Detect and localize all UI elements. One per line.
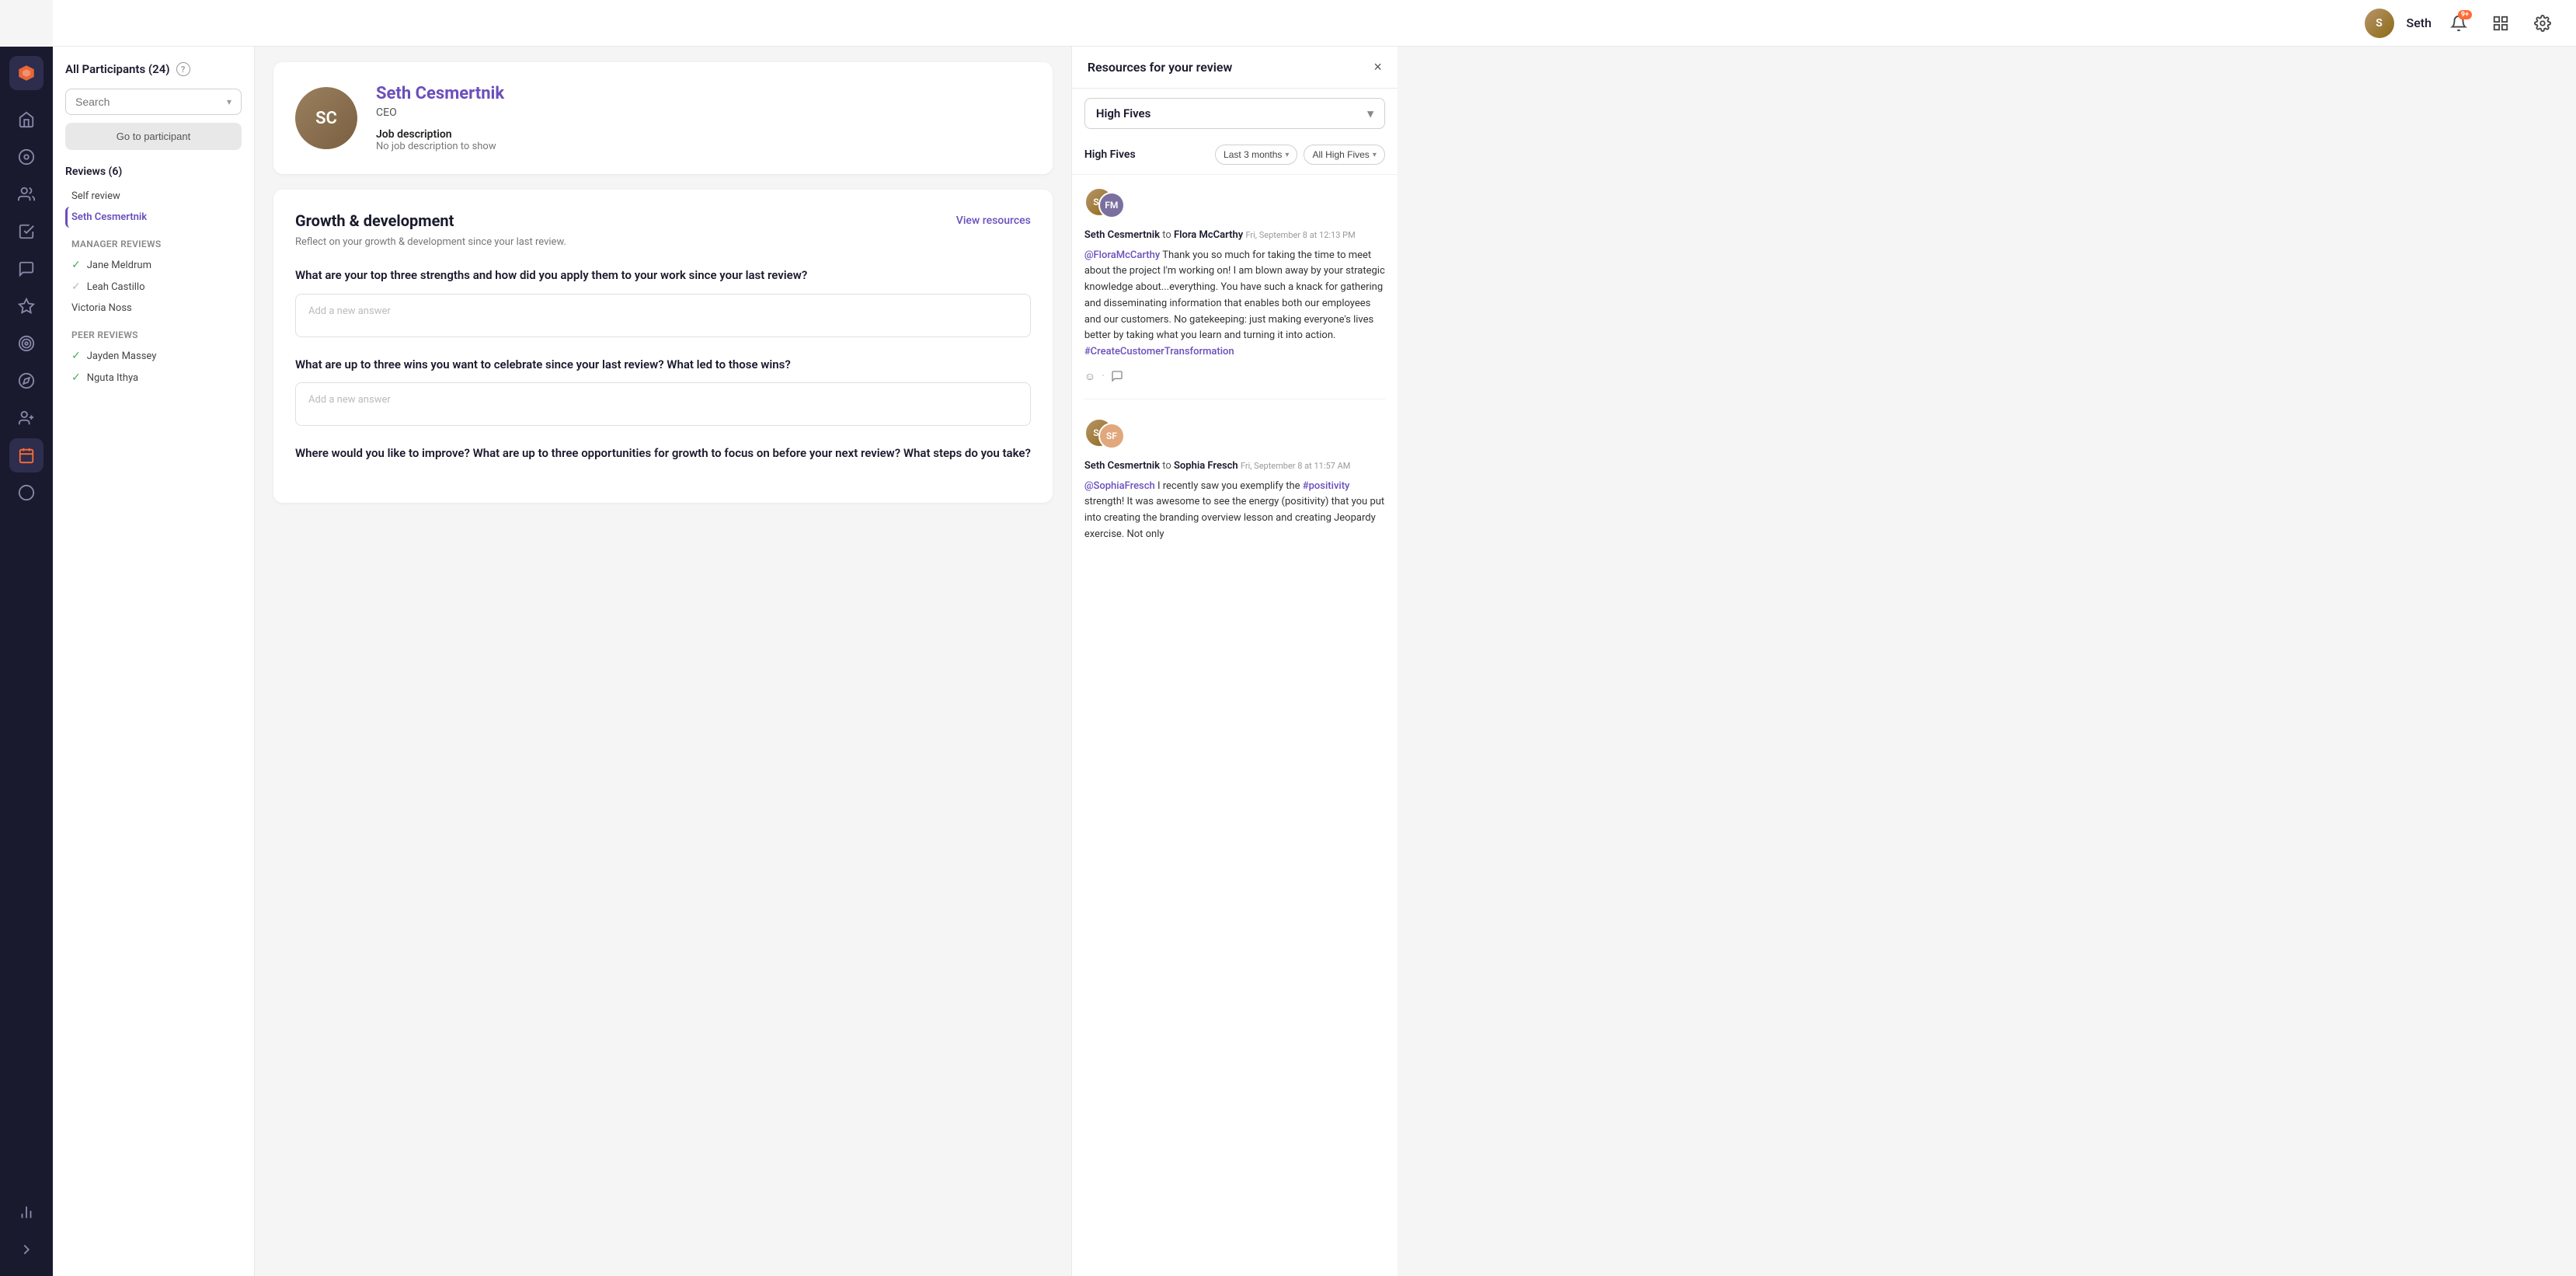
question-block-3: Where would you like to improve? What ar… bbox=[295, 445, 1031, 462]
sidebar-item-bar-chart[interactable] bbox=[9, 1195, 44, 1229]
hf1-meta: Seth Cesmertnik to Flora McCarthy Fri, S… bbox=[1084, 228, 1385, 243]
notifications-button[interactable]: 9+ bbox=[2444, 9, 2473, 38]
profile-card: SC Seth Cesmertnik CEO Job description N… bbox=[273, 62, 1053, 174]
sidebar-item-dashboard[interactable] bbox=[9, 140, 44, 174]
grid-button[interactable] bbox=[2486, 9, 2515, 38]
content-card-header: Growth & development View resources bbox=[295, 211, 1031, 230]
review-list: Self review Seth Cesmertnik bbox=[65, 186, 242, 228]
hf2-recipient-avatar: SF bbox=[1098, 423, 1125, 449]
center-panel: SC Seth Cesmertnik CEO Job description N… bbox=[255, 47, 1071, 1276]
right-panel-title: Resources for your review bbox=[1088, 60, 1232, 75]
peer-reviewer-jayden[interactable]: ✓ Jayden Massey bbox=[65, 345, 242, 367]
hf1-actions: ☺ · bbox=[1084, 368, 1385, 383]
hf2-body: @SophiaFresch I recently saw you exempli… bbox=[1084, 479, 1385, 543]
manager-review-list: ✓ Jane Meldrum ✓ Leah Castillo Victoria … bbox=[65, 254, 242, 319]
help-icon[interactable]: ? bbox=[176, 62, 190, 76]
search-input[interactable] bbox=[75, 96, 227, 108]
hf1-emoji-button[interactable]: ☺ bbox=[1084, 370, 1095, 382]
hf1-recipient-avatar: FM bbox=[1098, 192, 1125, 218]
settings-button[interactable] bbox=[2528, 9, 2557, 38]
top-bar: S Seth 9+ bbox=[53, 0, 2576, 47]
notification-badge: 9+ bbox=[2458, 10, 2472, 19]
hf-item-2: SC SF Seth Cesmertnik to Sophia Fresch F… bbox=[1084, 418, 1385, 559]
answer-input-2[interactable]: Add a new answer bbox=[295, 382, 1031, 426]
filter-last-months-button[interactable]: Last 3 months ▾ bbox=[1215, 145, 1297, 165]
hf-section-label: High Fives bbox=[1084, 148, 1209, 161]
section-title: Growth & development bbox=[295, 211, 454, 230]
sidebar-item-reviews[interactable] bbox=[9, 438, 44, 472]
hf1-comment-button[interactable] bbox=[1111, 370, 1123, 382]
question-block-1: What are your top three strengths and ho… bbox=[295, 267, 1031, 337]
participants-header: All Participants (24) ? bbox=[65, 62, 242, 76]
peer-review-list: ✓ Jayden Massey ✓ Nguta Ithya bbox=[65, 345, 242, 389]
search-chevron-icon: ▾ bbox=[227, 96, 231, 107]
question-text-3: Where would you like to improve? What ar… bbox=[295, 445, 1031, 462]
sidebar bbox=[0, 47, 53, 1276]
sidebar-item-chevron-right[interactable] bbox=[9, 1232, 44, 1267]
peer-reviewer-nguta[interactable]: ✓ Nguta Ithya bbox=[65, 367, 242, 389]
view-resources-link[interactable]: View resources bbox=[956, 214, 1031, 227]
peer-reviews-label: Peer reviews bbox=[71, 329, 242, 340]
right-panel: Resources for your review × High Fives ▾… bbox=[1071, 47, 1398, 1276]
dropdown-label: High Fives bbox=[1096, 106, 1151, 120]
left-panel: All Participants (24) ? ▾ Go to particip… bbox=[53, 47, 255, 1276]
sidebar-item-star[interactable] bbox=[9, 289, 44, 323]
app-logo[interactable] bbox=[9, 56, 44, 90]
sidebar-item-target[interactable] bbox=[9, 326, 44, 361]
check-icon-green: ✓ bbox=[71, 259, 81, 271]
hf1-body: @FloraMcCarthy Thank you so much for tak… bbox=[1084, 248, 1385, 361]
manager-reviewer-victoria[interactable]: Victoria Noss bbox=[65, 298, 242, 319]
sidebar-item-home[interactable] bbox=[9, 103, 44, 137]
answer-input-1[interactable]: Add a new answer bbox=[295, 294, 1031, 337]
sidebar-item-compass[interactable] bbox=[9, 364, 44, 398]
username-label: Seth bbox=[2407, 16, 2432, 30]
job-desc-label: Job description bbox=[376, 128, 504, 141]
check-icon-green3: ✓ bbox=[71, 371, 81, 384]
manager-reviewer-jane[interactable]: ✓ Jane Meldrum bbox=[65, 254, 242, 276]
high-fives-dropdown[interactable]: High Fives ▾ bbox=[1084, 98, 1385, 129]
filter-all-button[interactable]: All High Fives ▾ bbox=[1304, 145, 1384, 165]
dropdown-chevron-icon: ▾ bbox=[1367, 106, 1373, 120]
manager-reviewer-leah[interactable]: ✓ Leah Castillo bbox=[65, 276, 242, 298]
sidebar-item-notes[interactable] bbox=[9, 214, 44, 249]
sidebar-item-circle2[interactable] bbox=[9, 476, 44, 510]
manager-reviews-label: Manager reviews bbox=[71, 239, 242, 249]
profile-name: Seth Cesmertnik bbox=[376, 84, 504, 103]
question-text-1: What are your top three strengths and ho… bbox=[295, 267, 1031, 284]
profile-info: Seth Cesmertnik CEO Job description No j… bbox=[376, 84, 504, 152]
filter-chevron-icon: ▾ bbox=[1285, 151, 1289, 159]
sidebar-item-chat[interactable] bbox=[9, 252, 44, 286]
hf-item-1: SC FM Seth Cesmertnik to Flora McCarthy … bbox=[1084, 187, 1385, 399]
check-icon-green2: ✓ bbox=[71, 350, 81, 362]
profile-avatar: SC bbox=[295, 87, 357, 149]
content-card: Growth & development View resources Refl… bbox=[273, 190, 1053, 503]
active-reviewer-item[interactable]: Seth Cesmertnik bbox=[65, 207, 242, 228]
filter-all-chevron-icon: ▾ bbox=[1373, 151, 1377, 159]
search-box[interactable]: ▾ bbox=[65, 89, 242, 115]
profile-role: CEO bbox=[376, 106, 504, 119]
high-fives-filters: High Fives Last 3 months ▾ All High Five… bbox=[1072, 138, 1398, 175]
sidebar-item-add-person[interactable] bbox=[9, 401, 44, 435]
self-review-item[interactable]: Self review bbox=[65, 186, 242, 207]
right-panel-header: Resources for your review × bbox=[1072, 47, 1398, 89]
hf2-meta: Seth Cesmertnik to Sophia Fresch Fri, Se… bbox=[1084, 458, 1385, 474]
close-button[interactable]: × bbox=[1373, 59, 1382, 75]
question-block-2: What are up to three wins you want to ce… bbox=[295, 356, 1031, 427]
user-avatar[interactable]: S bbox=[2365, 9, 2394, 38]
job-desc-value: No job description to show bbox=[376, 141, 504, 152]
check-icon-gray: ✓ bbox=[71, 281, 81, 293]
question-text-2: What are up to three wins you want to ce… bbox=[295, 356, 1031, 374]
reviews-section-title: Reviews (6) bbox=[65, 166, 242, 178]
high-fives-feed: SC FM Seth Cesmertnik to Flora McCarthy … bbox=[1072, 175, 1398, 1276]
goto-participant-button[interactable]: Go to participant bbox=[65, 123, 242, 150]
sidebar-item-people[interactable] bbox=[9, 177, 44, 211]
section-subtitle: Reflect on your growth & development sin… bbox=[295, 236, 1031, 248]
